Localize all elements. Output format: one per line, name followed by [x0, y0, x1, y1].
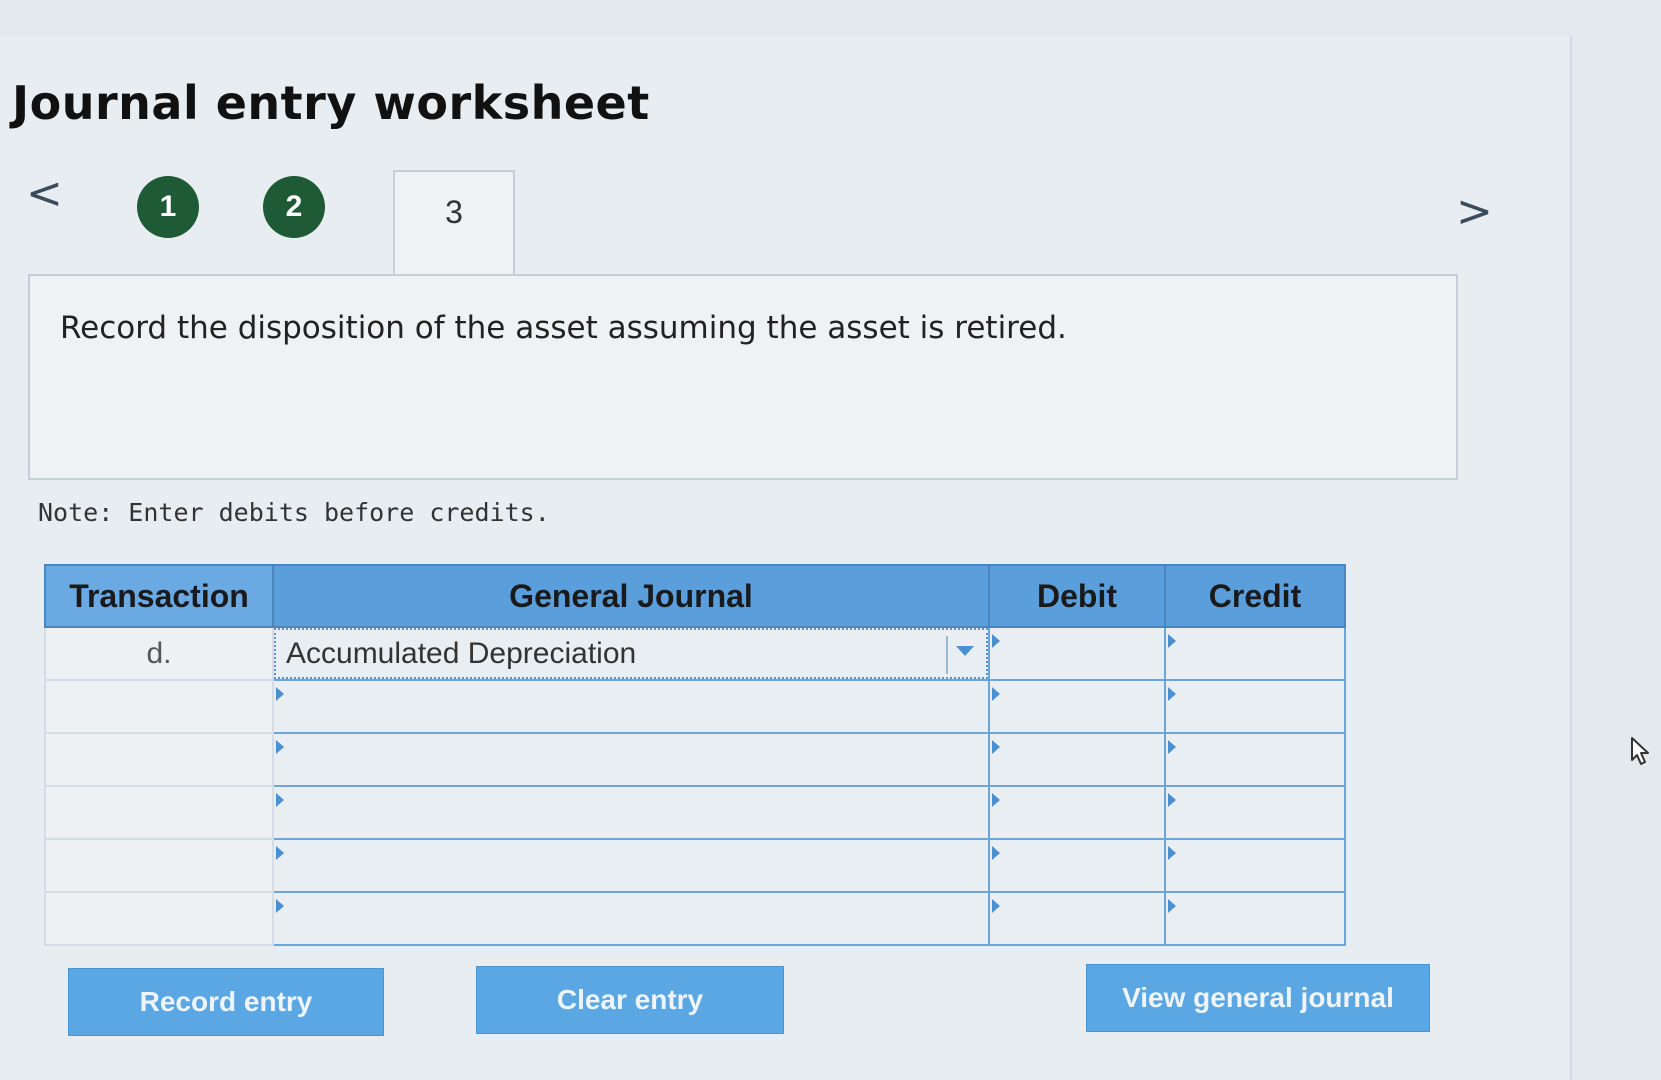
credit-value[interactable]	[1166, 840, 1344, 891]
table-row	[44, 785, 1346, 840]
transaction-cell	[44, 838, 274, 893]
account-select[interactable]	[272, 732, 990, 787]
input-marker-icon	[1168, 899, 1176, 913]
debit-value[interactable]	[990, 893, 1164, 944]
table-row	[44, 838, 1346, 893]
account-value[interactable]	[274, 893, 988, 944]
prompt-text: Record the disposition of the asset assu…	[60, 310, 1067, 346]
debit-input[interactable]	[988, 891, 1166, 946]
page-title: Journal entry worksheet	[12, 76, 650, 130]
mouse-pointer-icon	[1631, 737, 1649, 765]
dropdown-separator	[946, 636, 948, 674]
input-marker-icon	[276, 846, 284, 860]
input-marker-icon	[992, 687, 1000, 701]
input-marker-icon	[992, 846, 1000, 860]
input-marker-icon	[1168, 634, 1176, 648]
input-marker-icon	[992, 899, 1000, 913]
account-select[interactable]: Accumulated Depreciation	[272, 626, 990, 681]
debit-value[interactable]	[990, 840, 1164, 891]
debit-input[interactable]	[988, 785, 1166, 840]
credit-value[interactable]	[1166, 628, 1344, 679]
input-marker-icon	[276, 687, 284, 701]
table-row	[44, 732, 1346, 787]
transaction-cell: d.	[44, 626, 274, 681]
input-marker-icon	[276, 740, 284, 754]
input-marker-icon	[1168, 793, 1176, 807]
next-step-icon[interactable]: >	[1456, 190, 1493, 234]
account-value[interactable]	[274, 681, 988, 732]
column-header-credit: Credit	[1164, 564, 1346, 628]
table-row	[44, 891, 1346, 946]
input-marker-icon	[992, 793, 1000, 807]
credit-input[interactable]	[1164, 891, 1346, 946]
column-header-transaction: Transaction	[44, 564, 274, 628]
caret-down-icon[interactable]	[956, 646, 974, 656]
credit-value[interactable]	[1166, 681, 1344, 732]
step-1-tab[interactable]: 1	[137, 176, 199, 238]
account-value[interactable]	[274, 787, 988, 838]
prev-step-icon[interactable]: <	[26, 172, 63, 216]
debit-input[interactable]	[988, 626, 1166, 681]
debit-value[interactable]	[990, 628, 1164, 679]
credit-input[interactable]	[1164, 626, 1346, 681]
journal-table: Transaction General Journal Debit Credit…	[44, 564, 1346, 946]
account-select[interactable]	[272, 679, 990, 734]
step-2-tab[interactable]: 2	[263, 176, 325, 238]
debit-input[interactable]	[988, 679, 1166, 734]
instruction-note: Note: Enter debits before credits.	[38, 498, 550, 527]
column-header-debit: Debit	[988, 564, 1166, 628]
transaction-cell	[44, 732, 274, 787]
transaction-cell	[44, 679, 274, 734]
debit-input[interactable]	[988, 732, 1166, 787]
debit-value[interactable]	[990, 734, 1164, 785]
account-select[interactable]	[272, 785, 990, 840]
account-select[interactable]	[272, 838, 990, 893]
input-marker-icon	[276, 899, 284, 913]
table-row	[44, 679, 1346, 734]
credit-input[interactable]	[1164, 732, 1346, 787]
account-value[interactable]	[274, 734, 988, 785]
column-header-general-journal: General Journal	[272, 564, 990, 628]
table-row: d. Accumulated Depreciation	[44, 626, 1346, 681]
input-marker-icon	[1168, 846, 1176, 860]
account-select[interactable]	[272, 891, 990, 946]
input-marker-icon	[276, 793, 284, 807]
debit-value[interactable]	[990, 787, 1164, 838]
input-marker-icon	[1168, 687, 1176, 701]
step-3-tab[interactable]: 3	[393, 170, 515, 274]
record-entry-button[interactable]: Record entry	[68, 968, 384, 1036]
input-marker-icon	[1168, 740, 1176, 754]
account-value[interactable]	[274, 840, 988, 891]
transaction-cell	[44, 785, 274, 840]
credit-input[interactable]	[1164, 785, 1346, 840]
credit-value[interactable]	[1166, 734, 1344, 785]
transaction-cell	[44, 891, 274, 946]
prompt-box	[28, 274, 1458, 480]
input-marker-icon	[992, 740, 1000, 754]
view-general-journal-button[interactable]: View general journal	[1086, 964, 1430, 1032]
credit-value[interactable]	[1166, 787, 1344, 838]
debit-value[interactable]	[990, 681, 1164, 732]
credit-value[interactable]	[1166, 893, 1344, 944]
credit-input[interactable]	[1164, 838, 1346, 893]
debit-input[interactable]	[988, 838, 1166, 893]
account-select-value[interactable]: Accumulated Depreciation	[274, 628, 988, 679]
clear-entry-button[interactable]: Clear entry	[476, 966, 784, 1034]
input-marker-icon	[992, 634, 1000, 648]
credit-input[interactable]	[1164, 679, 1346, 734]
